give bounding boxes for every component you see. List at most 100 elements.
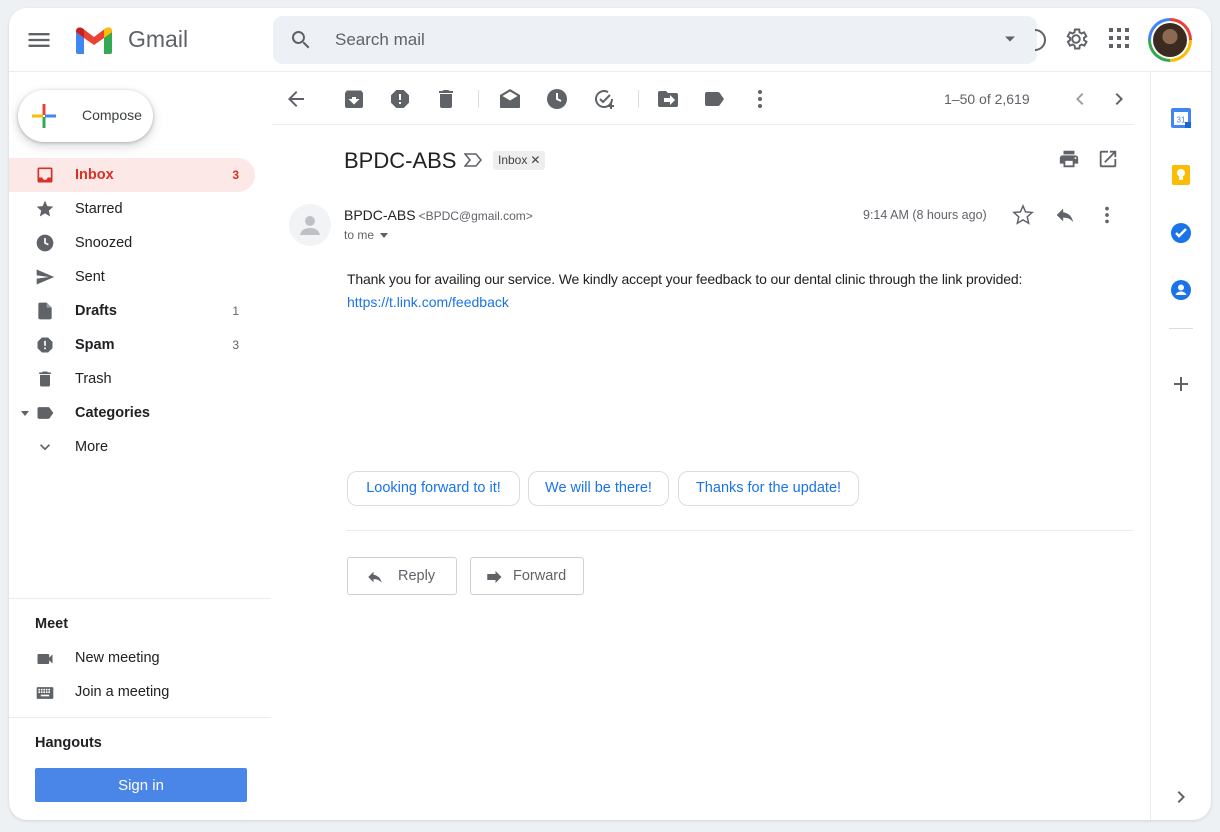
- sidebar-item-trash[interactable]: Trash: [9, 362, 255, 396]
- unread-count: 3: [232, 168, 239, 182]
- gmail-logo-icon[interactable]: [74, 24, 114, 61]
- inbox-icon: [37, 167, 53, 183]
- support-icon[interactable]: [1033, 28, 1047, 52]
- sidebar-item-sent[interactable]: Sent: [9, 260, 255, 294]
- side-panel-rail: 31: [1150, 72, 1211, 820]
- search-options-caret-icon[interactable]: [1005, 36, 1015, 42]
- keyboard-icon: [36, 687, 54, 699]
- recipient-details[interactable]: to me: [344, 228, 389, 242]
- sidebar-item-label: Categories: [75, 405, 150, 421]
- join-meeting-item[interactable]: Join a meeting: [9, 675, 259, 709]
- move-to-icon[interactable]: [656, 87, 680, 111]
- importance-marker-icon[interactable]: [464, 153, 482, 167]
- sidebar-item-categories[interactable]: Categories: [9, 396, 255, 430]
- compose-button[interactable]: Compose: [18, 90, 153, 142]
- recipient-text: to me: [344, 228, 375, 242]
- contacts-icon[interactable]: [1169, 278, 1193, 302]
- search-input[interactable]: [335, 28, 985, 52]
- message-divider: [346, 530, 1133, 531]
- inbox-label-chip: Inbox ✕: [493, 151, 546, 170]
- delete-icon[interactable]: [434, 87, 458, 111]
- tasks-icon[interactable]: [1169, 221, 1193, 245]
- smart-reply-button[interactable]: Looking forward to it!: [347, 471, 520, 506]
- more-vert-icon[interactable]: [1096, 204, 1118, 226]
- spam-count: 3: [232, 338, 239, 352]
- archive-icon[interactable]: [342, 87, 366, 111]
- chevron-down-icon: [40, 444, 50, 451]
- sidebar-item-spam[interactable]: Spam 3: [9, 328, 255, 362]
- add-to-tasks-icon[interactable]: [592, 87, 616, 111]
- sidebar-item-label: More: [75, 439, 109, 455]
- videocam-icon: [37, 654, 53, 664]
- message-timestamp: 9:14 AM (8 hours ago): [863, 208, 987, 222]
- smart-reply-button[interactable]: Thanks for the update!: [678, 471, 859, 506]
- hamburger-icon: [28, 33, 50, 47]
- send-icon: [36, 269, 55, 285]
- chevron-left-icon[interactable]: [1068, 87, 1092, 111]
- clock-icon: [36, 234, 54, 252]
- sender-name[interactable]: BPDC-ABS: [344, 207, 416, 223]
- sidebar-item-label: Snoozed: [75, 235, 133, 251]
- email-subject: BPDC-ABS: [344, 148, 457, 173]
- search-bar[interactable]: [273, 16, 1037, 64]
- sender-avatar[interactable]: [289, 204, 331, 246]
- sidebar-item-drafts[interactable]: Drafts 1: [9, 294, 255, 328]
- sidebar-divider: [9, 717, 271, 718]
- recipient-details-caret-icon: [380, 233, 389, 239]
- sender-email: <BPDC@gmail.com>: [418, 209, 533, 223]
- sidebar-item-snoozed[interactable]: Snoozed: [9, 226, 255, 260]
- app-name: Gmail: [128, 26, 189, 52]
- account-avatar[interactable]: [1148, 18, 1192, 62]
- sidebar-item-label: Sent: [75, 269, 105, 285]
- sidebar-item-label: Inbox: [75, 167, 114, 183]
- compose-plus-icon: [32, 104, 56, 128]
- google-apps-icon[interactable]: [1109, 28, 1129, 48]
- report-spam-icon[interactable]: [388, 87, 412, 111]
- back-arrow-icon[interactable]: [284, 87, 308, 111]
- star-icon: [36, 200, 54, 217]
- open-in-new-icon[interactable]: [1097, 148, 1119, 170]
- star-outline-icon[interactable]: [1012, 204, 1034, 226]
- sidebar-item-label: Starred: [75, 201, 123, 217]
- email-body: Thank you for availing our service. We k…: [347, 271, 1023, 287]
- search-icon[interactable]: [289, 28, 313, 52]
- forward-button[interactable]: Forward: [470, 557, 584, 595]
- snooze-clock-icon[interactable]: [545, 87, 569, 111]
- top-header: Gmail: [9, 8, 1211, 72]
- label-icon: [37, 407, 54, 419]
- keep-icon[interactable]: [1169, 163, 1193, 187]
- rail-divider: [1169, 328, 1193, 329]
- main-menu-button[interactable]: [25, 26, 53, 54]
- chevron-right-icon[interactable]: [1169, 785, 1193, 809]
- reply-icon[interactable]: [1054, 204, 1076, 226]
- calendar-icon[interactable]: 31: [1169, 106, 1193, 130]
- new-meeting-item[interactable]: New meeting: [9, 641, 259, 675]
- reply-button[interactable]: Reply: [347, 557, 457, 595]
- sidebar-item-inbox[interactable]: Inbox 3: [9, 158, 255, 192]
- sidebar-divider: [9, 598, 271, 599]
- reply-label: Reply: [398, 568, 436, 584]
- compose-label: Compose: [82, 107, 142, 123]
- chevron-right-icon[interactable]: [1107, 87, 1131, 111]
- mark-unread-icon[interactable]: [498, 87, 522, 111]
- sidebar-item-starred[interactable]: Starred: [9, 192, 255, 226]
- pagination-text: 1–50 of 2,619: [944, 91, 1030, 107]
- remove-label-icon[interactable]: ✕: [530, 153, 540, 167]
- join-meeting-label: Join a meeting: [75, 684, 170, 700]
- expand-arrow-icon[interactable]: [21, 411, 29, 416]
- settings-gear-icon[interactable]: [1063, 26, 1089, 52]
- forward-icon: [487, 571, 502, 583]
- meet-section-title: Meet: [35, 616, 69, 632]
- print-icon[interactable]: [1058, 148, 1080, 170]
- smart-reply-button[interactable]: We will be there!: [528, 471, 669, 506]
- sidebar-item-more[interactable]: More: [9, 430, 255, 464]
- hangouts-section-title: Hangouts: [35, 735, 102, 751]
- label-icon[interactable]: [702, 87, 726, 111]
- person-icon: [300, 216, 320, 235]
- add-addon-icon[interactable]: [1169, 372, 1193, 396]
- spam-icon: [37, 337, 53, 353]
- feedback-link[interactable]: https://t.link.com/feedback: [347, 294, 509, 310]
- more-vert-icon[interactable]: [748, 87, 772, 111]
- label-chip-text: Inbox: [498, 153, 528, 167]
- sign-in-button[interactable]: Sign in: [35, 768, 247, 802]
